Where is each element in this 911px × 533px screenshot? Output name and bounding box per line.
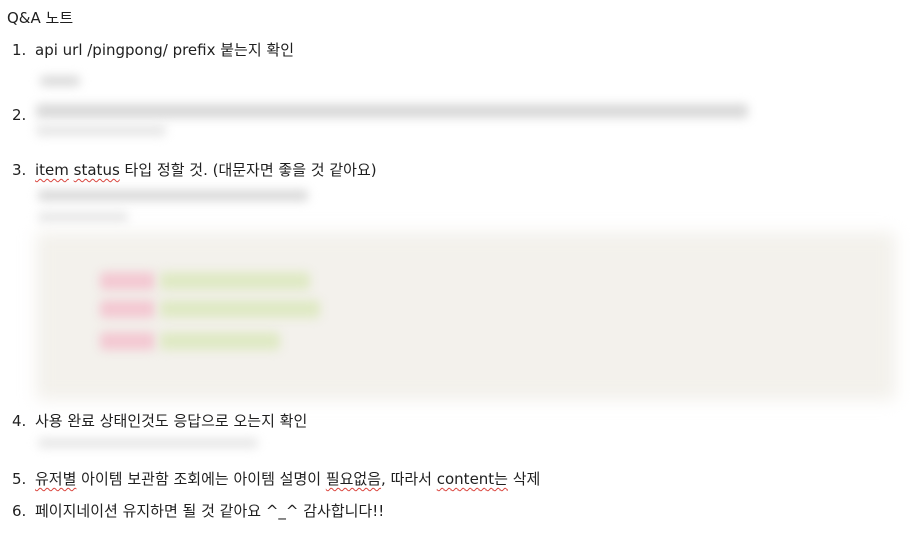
item-number: 2. [12, 106, 27, 124]
item-4-text[interactable]: 사용 완료 상태인것도 응답으로 오는지 확인 [35, 412, 307, 430]
blurred-code-line [100, 272, 155, 290]
blurred-content [36, 125, 166, 136]
item-1-text[interactable]: api url /pingpong/ prefix 붙는지 확인 [35, 41, 294, 59]
blurred-content [36, 104, 748, 118]
item-5-text[interactable]: 유저별 아이템 보관함 조회에는 아이템 설명이 필요없음, 따라서 conte… [35, 470, 540, 488]
text-segment: 삭제 [507, 470, 541, 488]
blurred-content [38, 190, 308, 201]
blurred-code-line [160, 332, 280, 350]
text-segment: api url /pingpong/ prefix 붙는지 확인 [35, 41, 295, 59]
text-segment: 아이템 보관함 조회에는 아이템 설명이 [76, 470, 326, 488]
item-number: 6. [12, 502, 27, 520]
blurred-code-line [100, 300, 155, 318]
text-segment: 유저별 [35, 470, 77, 488]
blurred-content [38, 438, 258, 448]
text-segment: 사용 완료 상태인것도 응답으로 오는지 확인 [35, 412, 308, 430]
item-number: 5. [12, 470, 27, 488]
text-segment: 필요없음 [325, 470, 382, 488]
item-number: 3. [12, 161, 27, 179]
note-title: Q&A 노트 [7, 9, 74, 27]
text-segment: status [73, 161, 120, 179]
note-page: Q&A 노트 1. api url /pingpong/ prefix 붙는지 … [0, 0, 911, 533]
text-segment: 페이지네이션 유지하면 될 것 같아요 ^_^ 감사합니다!! [35, 502, 385, 520]
blurred-content [38, 212, 128, 222]
text-segment: item [35, 161, 69, 179]
item-number: 1. [12, 41, 27, 59]
text-segment: , 따라서 [381, 470, 437, 488]
blurred-code-line [160, 272, 310, 290]
item-number: 4. [12, 412, 27, 430]
text-segment: content는 [436, 470, 508, 488]
item-6-text[interactable]: 페이지네이션 유지하면 될 것 같아요 ^_^ 감사합니다!! [35, 502, 384, 520]
blurred-code-line [100, 332, 155, 350]
blurred-code-line [160, 300, 320, 318]
text-segment: 타입 정할 것. (대문자면 좋을 것 같아요) [119, 161, 377, 179]
item-3-text[interactable]: item status 타입 정할 것. (대문자면 좋을 것 같아요) [35, 161, 377, 179]
blurred-content [40, 76, 80, 86]
